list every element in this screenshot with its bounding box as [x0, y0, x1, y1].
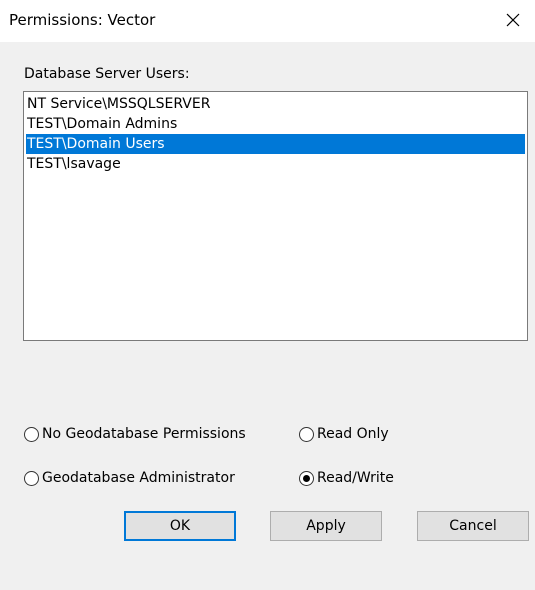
- radio-icon: [299, 426, 314, 442]
- apply-button[interactable]: Apply: [270, 511, 382, 541]
- cancel-button[interactable]: Cancel: [417, 511, 529, 541]
- radio-label: Read/Write: [317, 470, 394, 486]
- radio-icon: [24, 470, 39, 486]
- ok-button[interactable]: OK: [124, 511, 236, 541]
- window-title: Permissions: Vector: [9, 11, 156, 29]
- radio-read-only[interactable]: Read Only: [299, 424, 389, 444]
- radio-read-write[interactable]: Read/Write: [299, 468, 394, 488]
- close-button[interactable]: [491, 0, 535, 40]
- close-icon: [506, 13, 520, 27]
- list-item-test-domain-admins[interactable]: TEST\Domain Admins: [26, 114, 525, 134]
- list-item-test-lsavage[interactable]: TEST\lsavage: [26, 154, 525, 174]
- radio-label: Geodatabase Administrator: [42, 470, 235, 486]
- radio-no-geodatabase-permissions[interactable]: No Geodatabase Permissions: [24, 424, 246, 444]
- radio-geodatabase-administrator[interactable]: Geodatabase Administrator: [24, 468, 235, 488]
- list-item-nt-service-mssqlserver[interactable]: NT Service\MSSQLSERVER: [26, 94, 525, 114]
- list-item-test-domain-users[interactable]: TEST\Domain Users: [26, 134, 525, 154]
- radio-icon: [24, 426, 39, 442]
- radio-selected-dot: [303, 474, 310, 482]
- title-bar: Permissions: Vector: [0, 0, 535, 42]
- radio-label: Read Only: [317, 426, 389, 442]
- users-list-label: Database Server Users:: [24, 66, 190, 82]
- radio-label: No Geodatabase Permissions: [42, 426, 246, 442]
- radio-icon-selected: [299, 470, 314, 486]
- dialog-body: Database Server Users: NT Service\MSSQLS…: [0, 42, 535, 590]
- users-listbox[interactable]: NT Service\MSSQLSERVER TEST\Domain Admin…: [23, 91, 528, 341]
